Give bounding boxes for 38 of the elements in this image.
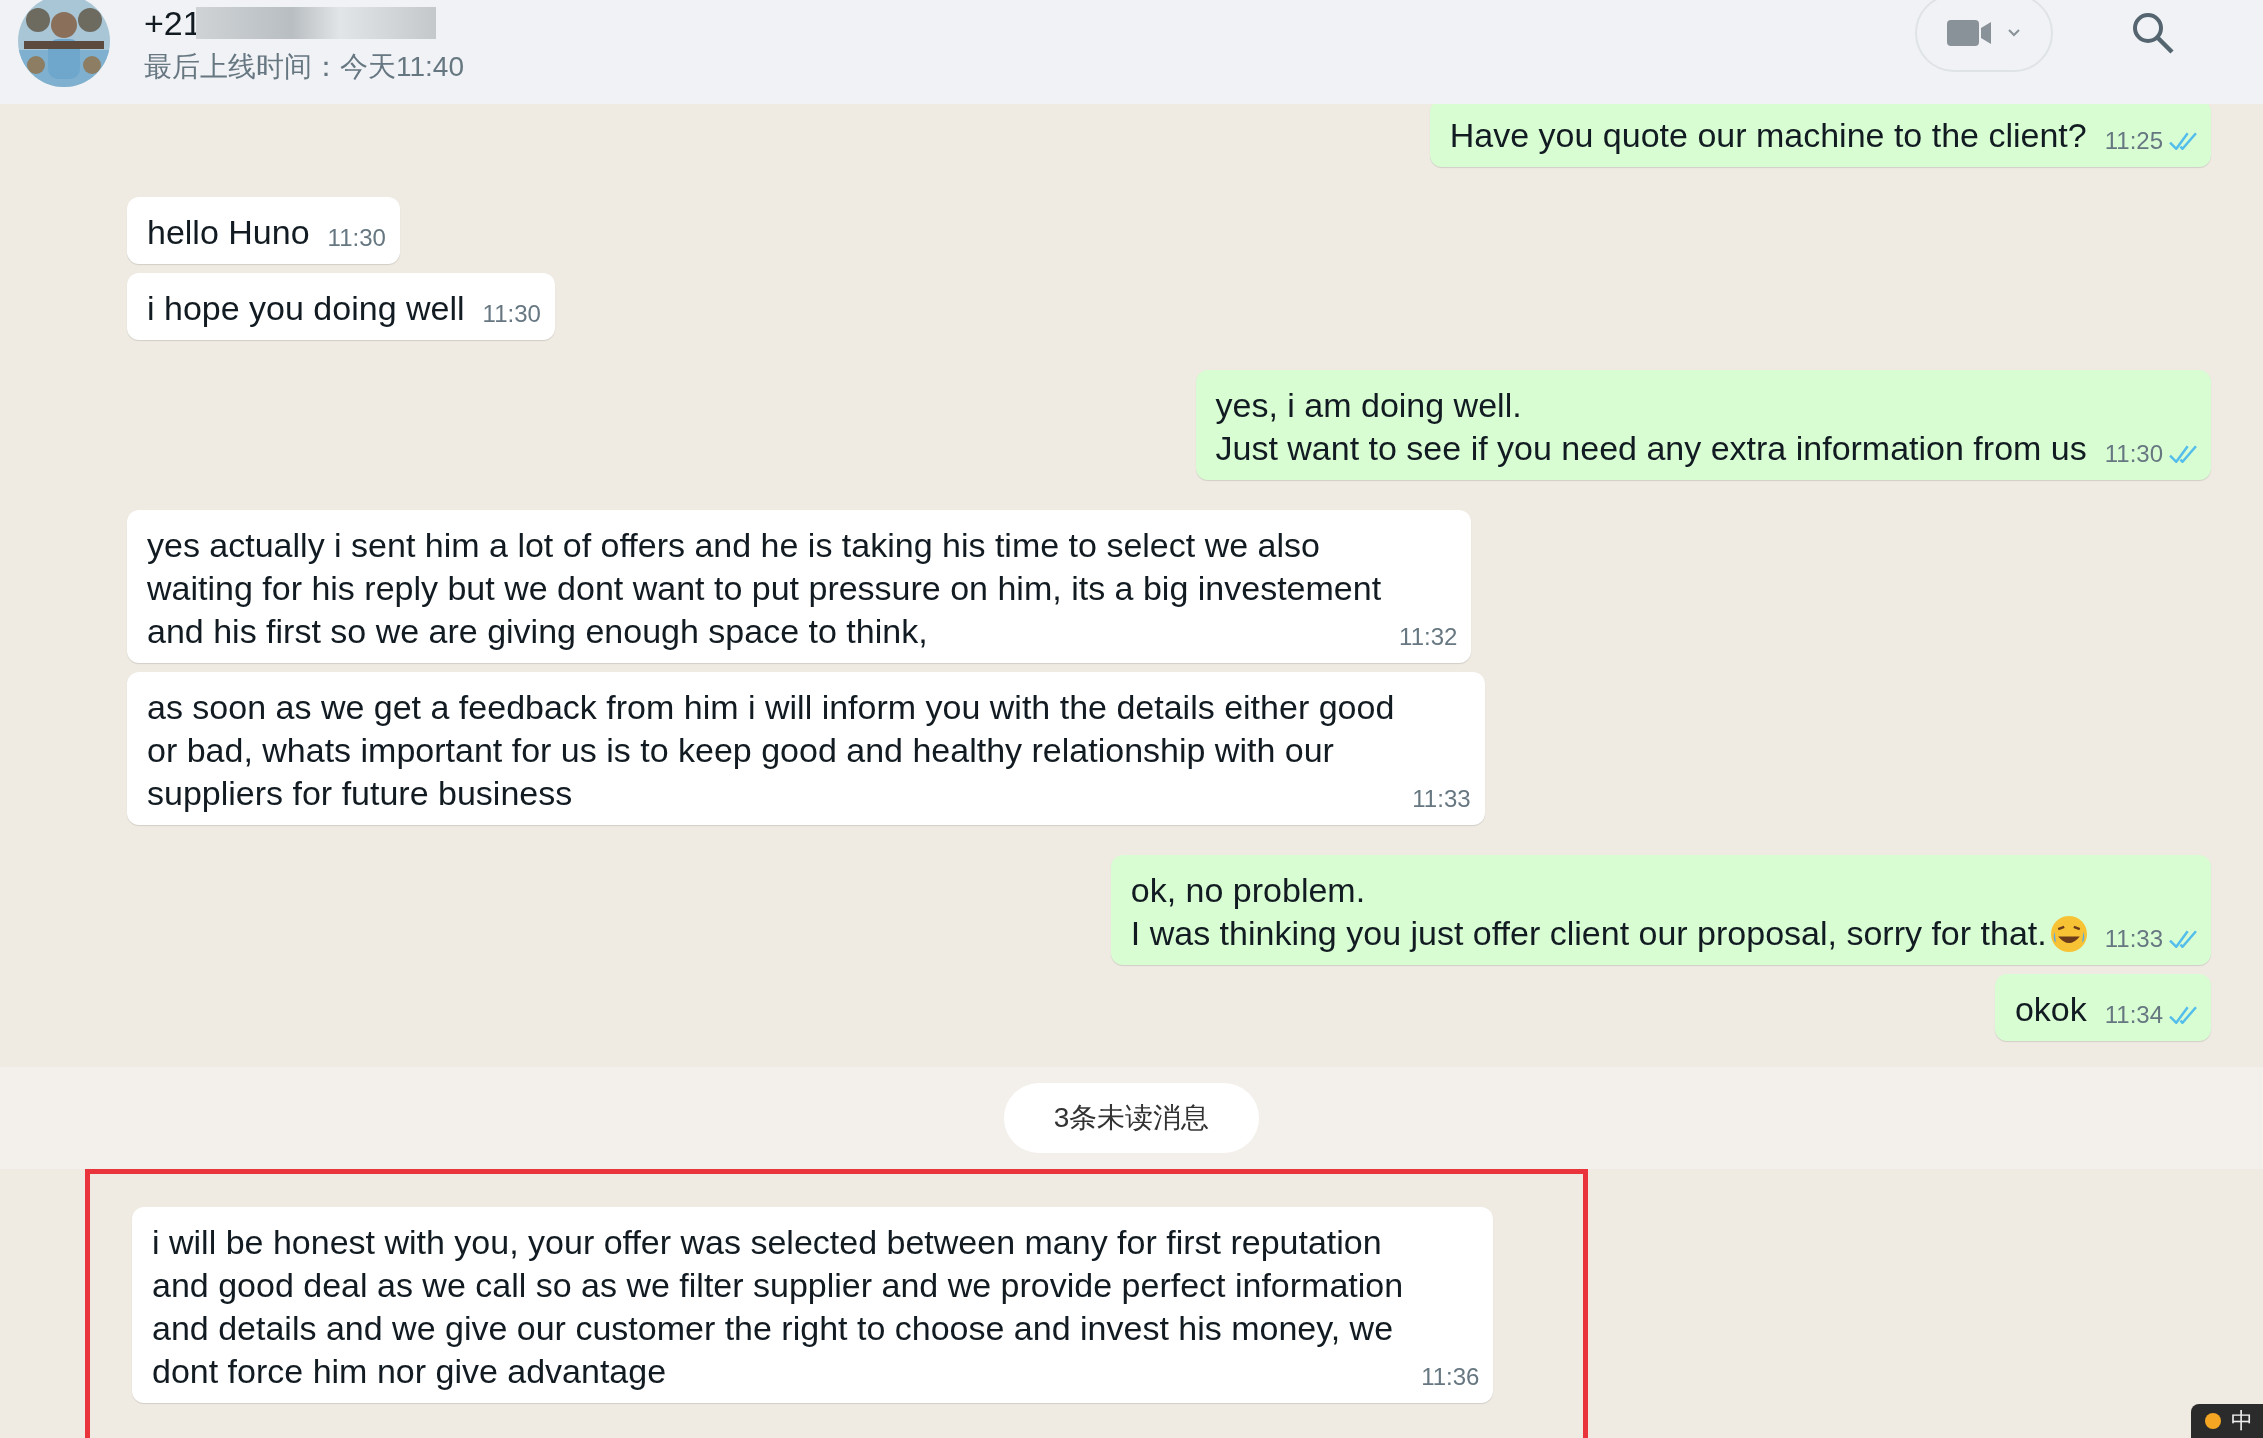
message-text: yes, i am doing well. bbox=[1215, 385, 1522, 426]
message-time: 11:34 bbox=[2104, 1001, 2163, 1029]
message-text: I was thinking you just offer client our proposal, sorry for that. bbox=[1130, 913, 2047, 954]
video-call-button[interactable] bbox=[1915, 0, 2053, 72]
message-text: yes actually i sent him a lot of offers and he is taking his time to select we also bbox=[147, 525, 1320, 566]
message-text: dont force him nor give advantage bbox=[152, 1351, 667, 1392]
message-text: Have you quote our machine to the client? bbox=[1449, 115, 2087, 156]
chevron-down-icon bbox=[2007, 28, 2021, 38]
message-time: 11:25 bbox=[2104, 127, 2163, 155]
video-camera-icon bbox=[1947, 18, 1993, 48]
input-method-indicator[interactable]: 中 bbox=[2191, 1404, 2263, 1438]
message-time: 11:30 bbox=[2104, 440, 2163, 468]
message-text: and details and we give our customer the right to choose and invest his money, we bbox=[152, 1308, 1394, 1349]
message-time: 11:33 bbox=[1412, 785, 1471, 813]
message-text: and good deal as we call so as we filter supplier and we provide perfect information bbox=[152, 1265, 1404, 1306]
message-time: 11:36 bbox=[1421, 1363, 1480, 1391]
unread-count-label: 3条未读消息 bbox=[1003, 1083, 1260, 1153]
status-dot-icon bbox=[2205, 1413, 2221, 1429]
message-text: ok, no problem. bbox=[1130, 870, 1366, 911]
message-text: or bad, whats important for us is to keep good and healthy relationship with our bbox=[147, 730, 1334, 771]
message-text: Just want to see if you need any extra information from us bbox=[1215, 428, 2087, 469]
search-icon bbox=[2131, 11, 2175, 55]
message-time: 11:33 bbox=[2104, 925, 2163, 953]
message-text: hello Huno bbox=[147, 212, 310, 253]
message-time: 11:32 bbox=[1399, 623, 1458, 651]
search-button[interactable] bbox=[2131, 11, 2175, 55]
message-time: 11:30 bbox=[327, 224, 386, 252]
message-text: suppliers for future business bbox=[147, 773, 573, 814]
message-time: 11:30 bbox=[482, 300, 541, 328]
message-text: waiting for his reply but we dont want to put pressure on him, its a big investement bbox=[147, 568, 1382, 609]
message-text: as soon as we get a feedback from him i will inform you with the details either good bbox=[147, 687, 1395, 728]
message-text: okok bbox=[2014, 989, 2087, 1030]
message-text: i hope you doing well bbox=[147, 288, 465, 329]
input-mode-label: 中 bbox=[2231, 1407, 2253, 1435]
message-text: i will be honest with you, your offer was selected between many for first reputation bbox=[152, 1222, 1382, 1263]
message-text: and his first so we are giving enough space to think, bbox=[147, 611, 928, 652]
contact-name: +21 bbox=[144, 4, 202, 42]
last-seen-text: 最后上线时间：今天11:40 bbox=[144, 50, 465, 84]
